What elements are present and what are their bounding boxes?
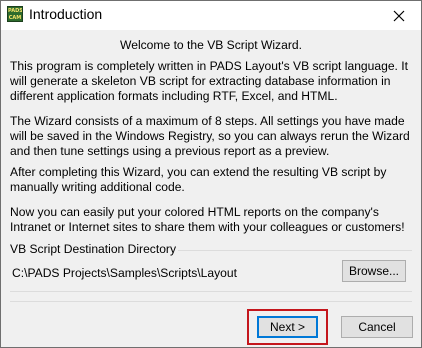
wizard-dialog: PADS CAM Introduction Welcome to the VB S… <box>0 0 422 348</box>
destination-group-label: VB Script Destination Directory <box>10 242 179 256</box>
browse-button[interactable]: Browse... <box>342 260 406 282</box>
close-button[interactable] <box>377 1 421 30</box>
next-button[interactable]: Next > <box>257 316 318 338</box>
intro-paragraph: The Wizard consists of a maximum of 8 st… <box>10 114 410 158</box>
window-title: Introduction <box>29 6 103 22</box>
pads-app-icon: PADS CAM <box>7 6 23 22</box>
intro-paragraph: This program is completely written in PA… <box>10 59 408 103</box>
intro-paragraph: Now you can easily put your colored HTML… <box>10 205 405 234</box>
title-bar[interactable]: PADS CAM Introduction <box>1 1 421 30</box>
close-icon <box>393 10 405 21</box>
footer-divider <box>10 301 412 302</box>
welcome-heading: Welcome to the VB Script Wizard. <box>120 38 302 52</box>
cancel-button[interactable]: Cancel <box>341 316 413 338</box>
intro-paragraph: After completing this Wizard, you can ex… <box>10 165 387 194</box>
destination-path: C:\PADS Projects\Samples\Scripts\Layout <box>12 266 237 280</box>
